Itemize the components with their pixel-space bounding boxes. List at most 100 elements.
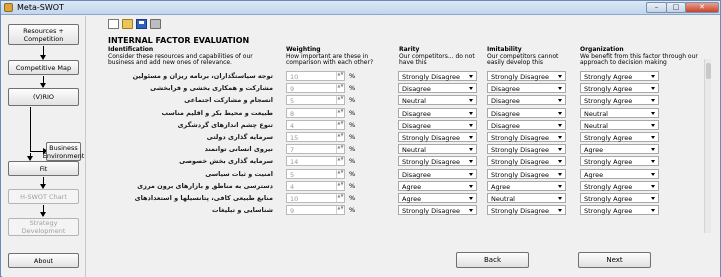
nav-hswot-chart-button[interactable]: H-SWOT Chart	[8, 189, 79, 204]
factor-label[interactable]: انسجام و مشارکت اجتماعی	[108, 96, 273, 104]
vertical-scrollbar[interactable]	[704, 59, 711, 233]
imitability-dropdown[interactable]: Disagree	[487, 107, 566, 118]
weight-stepper[interactable]: 5 ▲▼	[286, 168, 345, 179]
weight-stepper[interactable]: 9 ▲▼	[286, 83, 345, 94]
weight-stepper[interactable]: 10 ▲▼	[286, 193, 345, 203]
imitability-dropdown[interactable]: Disagree	[487, 95, 566, 106]
factor-label[interactable]: منابع طبیعی کافی، پتانسیلها و استعدادهای	[108, 194, 273, 202]
chevron-down-icon	[558, 172, 562, 176]
organization-dropdown[interactable]: Strongly Agree	[580, 83, 659, 94]
minimize-button[interactable]: –	[646, 2, 667, 13]
weight-stepper[interactable]: 9 ▲▼	[286, 205, 345, 216]
organization-dropdown[interactable]: Strongly Agree	[580, 132, 659, 142]
factor-label[interactable]: دسترسی به مناطق و بازارهای برون مرزی	[108, 182, 273, 190]
rarity-dropdown[interactable]: Agree	[398, 180, 477, 191]
rarity-dropdown[interactable]: Strongly Disagree	[398, 205, 477, 216]
chevron-down-icon	[651, 75, 655, 78]
weight-stepper[interactable]: 8 ▲▼	[286, 107, 345, 118]
imitability-dropdown[interactable]: Disagree	[487, 119, 566, 130]
factor-label[interactable]: سرمایه گذاری بخش خصوصی	[108, 157, 273, 165]
weight-stepper[interactable]: 10 ▲▼	[286, 71, 345, 81]
rarity-dropdown[interactable]: Disagree	[398, 107, 477, 118]
about-button[interactable]: About	[8, 253, 79, 268]
factor-label[interactable]: توجه سیاستگذاران، برنامه ریزان و مسئولین	[108, 72, 273, 80]
organization-dropdown[interactable]: Strongly Agree	[580, 156, 659, 167]
weight-stepper[interactable]: 14 ▲▼	[286, 156, 345, 167]
stepper-arrows-icon[interactable]: ▲▼	[336, 206, 344, 215]
organization-dropdown[interactable]: Strongly Agree	[580, 95, 659, 106]
imitability-value: Strongly Disagree	[491, 170, 549, 179]
factor-label[interactable]: امنیت و ثبات سیاسی	[108, 170, 273, 178]
nav-resources-competition-button[interactable]: Resources + Competition	[8, 24, 79, 45]
imitability-dropdown[interactable]: Strongly Disagree	[487, 205, 566, 216]
print-icon[interactable]	[150, 19, 161, 29]
save-icon[interactable]	[136, 19, 147, 29]
rarity-dropdown[interactable]: Disagree	[398, 119, 477, 130]
stepper-arrows-icon[interactable]: ▲▼	[336, 194, 344, 202]
imitability-dropdown[interactable]: Strongly Disagree	[487, 144, 566, 155]
organization-dropdown[interactable]: Strongly Agree	[580, 71, 659, 81]
imitability-dropdown[interactable]: Strongly Disagree	[487, 168, 566, 179]
nav-strategy-development-button[interactable]: Strategy Development	[8, 218, 79, 236]
maximize-button[interactable]: □	[666, 2, 686, 13]
weight-stepper[interactable]: 4 ▲▼	[286, 180, 345, 191]
imitability-dropdown[interactable]: Agree	[487, 180, 566, 191]
stepper-arrows-icon[interactable]: ▲▼	[336, 181, 344, 190]
scrollbar-thumb[interactable]	[706, 63, 711, 79]
organization-dropdown[interactable]: Strongly Agree	[580, 193, 659, 203]
factor-label[interactable]: سرمایه گذاری دولتی	[108, 133, 273, 141]
next-button[interactable]: Next	[578, 252, 651, 268]
close-button[interactable]: ✕	[685, 2, 719, 13]
title-bar[interactable]: Meta-SWOT – □ ✕	[1, 1, 720, 15]
weight-stepper[interactable]: 7 ▲▼	[286, 144, 345, 155]
organization-dropdown[interactable]: Strongly Agree	[580, 180, 659, 191]
flow-arrow-icon	[40, 46, 46, 60]
stepper-arrows-icon[interactable]: ▲▼	[336, 108, 344, 117]
open-folder-icon[interactable]	[122, 19, 133, 29]
imitability-dropdown[interactable]: Neutral	[487, 193, 566, 203]
factor-label[interactable]: تنوع چشم اندازهای گردشگری	[108, 121, 273, 129]
stepper-arrows-icon[interactable]: ▲▼	[336, 84, 344, 93]
rarity-dropdown[interactable]: Strongly Disagree	[398, 132, 477, 142]
imitability-value: Agree	[491, 182, 511, 191]
imitability-dropdown[interactable]: Strongly Disagree	[487, 156, 566, 167]
imitability-dropdown[interactable]: Strongly Disagree	[487, 132, 566, 142]
factor-label[interactable]: طبیعت و محیط بکر و اقلیم مناسب	[108, 109, 273, 117]
rarity-dropdown[interactable]: Strongly Disagree	[398, 156, 477, 167]
organization-dropdown[interactable]: Neutral	[580, 119, 659, 130]
new-file-icon[interactable]	[108, 19, 119, 29]
organization-dropdown[interactable]: Neutral	[580, 107, 659, 118]
imitability-dropdown[interactable]: Disagree	[487, 83, 566, 94]
back-button[interactable]: Back	[456, 252, 529, 268]
table-row: مشارکت و همکاری بخشی و فرابخشی 9 ▲▼% Disagr…	[108, 83, 713, 95]
organization-dropdown[interactable]: Agree	[580, 168, 659, 179]
weight-stepper[interactable]: 5 ▲▼	[286, 95, 345, 106]
rarity-dropdown[interactable]: Disagree	[398, 83, 477, 94]
nav-fit-button[interactable]: Fit	[8, 161, 79, 176]
imitability-dropdown[interactable]: Strongly Disagree	[487, 71, 566, 81]
stepper-arrows-icon[interactable]: ▲▼	[336, 145, 344, 154]
organization-dropdown[interactable]: Agree	[580, 144, 659, 155]
organization-dropdown[interactable]: Strongly Agree	[580, 205, 659, 216]
stepper-arrows-icon[interactable]: ▲▼	[336, 120, 344, 129]
factor-label[interactable]: نیروی انسانی توانمند	[108, 145, 273, 153]
rarity-dropdown[interactable]: Disagree	[398, 168, 477, 179]
weight-stepper[interactable]: 4 ▲▼	[286, 119, 345, 130]
nav-business-environment-button[interactable]: Business Environment	[43, 142, 84, 161]
rarity-value: Strongly Disagree	[402, 158, 460, 167]
nav-competitive-map-button[interactable]: Competitive Map	[8, 60, 79, 75]
rarity-dropdown[interactable]: Neutral	[398, 95, 477, 106]
stepper-arrows-icon[interactable]: ▲▼	[336, 157, 344, 166]
rarity-dropdown[interactable]: Agree	[398, 193, 477, 203]
stepper-arrows-icon[interactable]: ▲▼	[336, 72, 344, 80]
factor-label[interactable]: شناسایی و تبلیغات	[108, 206, 273, 214]
factor-label[interactable]: مشارکت و همکاری بخشی و فرابخشی	[108, 84, 273, 92]
rarity-dropdown[interactable]: Strongly Disagree	[398, 71, 477, 81]
stepper-arrows-icon[interactable]: ▲▼	[336, 96, 344, 105]
table-row: دسترسی به مناطق و بازارهای برون مرزی 4 ▲▼%…	[108, 180, 713, 193]
rarity-dropdown[interactable]: Neutral	[398, 144, 477, 155]
stepper-arrows-icon[interactable]: ▲▼	[336, 169, 344, 178]
weight-stepper[interactable]: 15 ▲▼	[286, 132, 345, 142]
nav-vrio-button[interactable]: (V)RIO	[8, 88, 79, 106]
stepper-arrows-icon[interactable]: ▲▼	[336, 133, 344, 141]
